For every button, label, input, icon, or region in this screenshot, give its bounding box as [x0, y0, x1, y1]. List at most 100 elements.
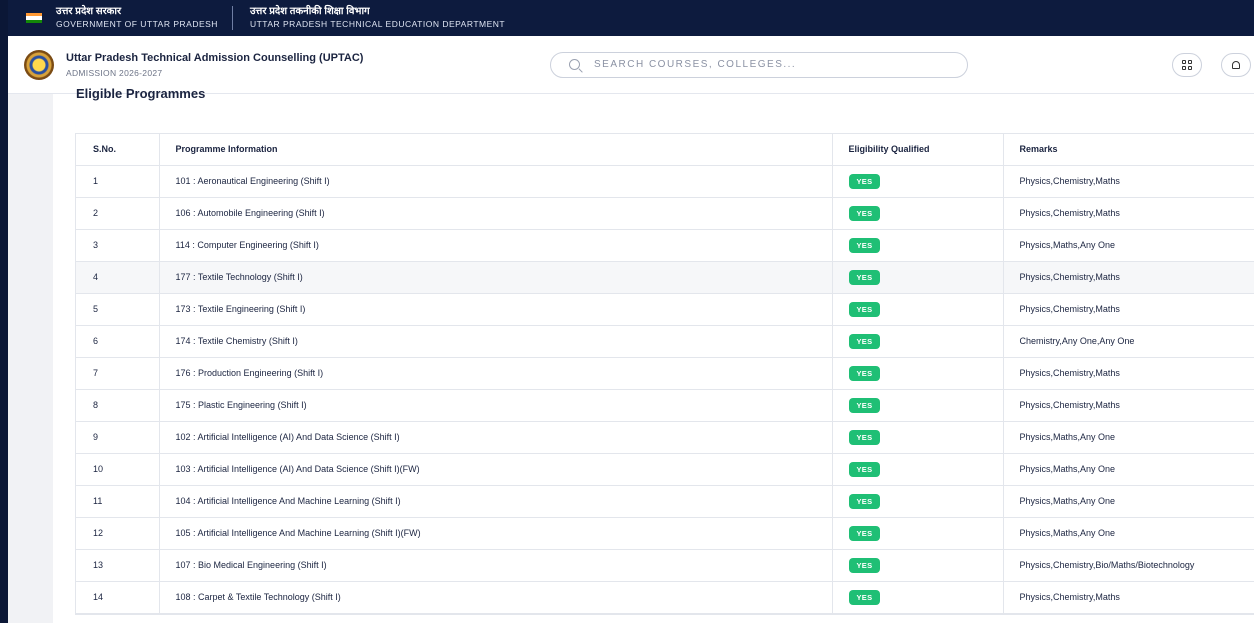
cell-programme: 106 : Automobile Engineering (Shift I) — [158, 197, 832, 230]
cell-programme: 103 : Artificial Intelligence (AI) And D… — [158, 453, 832, 486]
cell-programme: 174 : Textile Chemistry (Shift I) — [158, 325, 832, 358]
cell-sno: 5 — [76, 293, 159, 326]
table-row: 14 108 : Carpet & Textile Technology (Shi… — [76, 581, 1254, 614]
cell-eligibility: YES — [831, 485, 1003, 518]
cell-programme: 173 : Textile Engineering (Shift I) — [158, 293, 832, 326]
notifications-button[interactable] — [1221, 53, 1251, 77]
department-hindi: उत्तर प्रदेश तकनीकी शिक्षा विभाग — [249, 6, 370, 18]
cell-eligibility: YES — [831, 421, 1003, 454]
cell-sno: 10 — [76, 453, 159, 486]
cell-remarks: Physics,Maths,Any One — [1002, 229, 1254, 262]
cell-programme: 101 : Aeronautical Engineering (Shift I) — [158, 165, 832, 198]
cell-remarks: Physics,Maths,Any One — [1002, 421, 1254, 454]
cell-eligibility: YES — [831, 357, 1003, 390]
government-english: GOVERNMENT OF UTTAR PRADESH — [56, 18, 218, 29]
page: उत्तर प्रदेश सरकार GOVERNMENT OF UTTAR P… — [0, 0, 1254, 623]
cell-sno: 7 — [76, 357, 159, 390]
uptac-logo[interactable] — [24, 49, 54, 80]
programmes-table-container: S.No. Programme Information Eligibility … — [75, 133, 1254, 615]
cell-programme: 108 : Carpet & Textile Technology (Shift… — [158, 581, 832, 614]
cell-sno: 14 — [76, 581, 159, 614]
table-row: 1 101 : Aeronautical Engineering (Shift I… — [76, 165, 1254, 198]
department-label: उत्तर प्रदेश तकनीकी शिक्षा विभाग UTTAR P… — [250, 6, 505, 29]
cell-programme: 105 : Artificial Intelligence And Machin… — [158, 517, 832, 550]
cell-remarks: Physics,Maths,Any One — [1002, 517, 1254, 550]
side-gutter — [8, 94, 53, 623]
table-row: 11 104 : Artificial Intelligence And Mach… — [76, 485, 1254, 518]
eligibility-badge: YES — [848, 333, 881, 349]
column-header-remarks: Remarks — [1002, 134, 1254, 166]
cell-programme: 177 : Textile Technology (Shift I) — [158, 261, 832, 294]
eligibility-badge: YES — [848, 173, 881, 189]
government-bar: उत्तर प्रदेश सरकार GOVERNMENT OF UTTAR P… — [8, 0, 1254, 36]
table-row: 8 175 : Plastic Engineering (Shift I) YES P… — [76, 389, 1254, 422]
cell-eligibility: YES — [831, 453, 1003, 486]
section-title: Eligible Programmes — [76, 86, 206, 101]
eligibility-badge: YES — [848, 397, 881, 413]
table-row: 5 173 : Textile Engineering (Shift I) YES P… — [76, 293, 1254, 326]
cell-remarks: Physics,Chemistry,Maths — [1002, 165, 1254, 198]
india-flag-icon — [26, 13, 42, 23]
app-title: Uttar Pradesh Technical Admission Counse… — [66, 51, 364, 64]
cell-eligibility: YES — [831, 325, 1003, 358]
cell-eligibility: YES — [831, 581, 1003, 614]
cell-remarks: Physics,Chemistry,Maths — [1002, 293, 1254, 326]
cell-eligibility: YES — [831, 229, 1003, 262]
apps-button[interactable] — [1172, 53, 1202, 77]
eligibility-badge: YES — [848, 301, 881, 317]
cell-sno: 12 — [76, 517, 159, 550]
cell-eligibility: YES — [831, 549, 1003, 582]
search-icon — [569, 59, 580, 70]
cell-programme: 102 : Artificial Intelligence (AI) And D… — [158, 421, 832, 454]
table-row: 10 103 : Artificial Intelligence (AI) And… — [76, 453, 1254, 486]
cell-eligibility: YES — [831, 165, 1003, 198]
search-box[interactable] — [550, 51, 968, 78]
cell-sno: 9 — [76, 421, 159, 454]
table-row: 7 176 : Production Engineering (Shift I) Y… — [76, 357, 1254, 390]
department-english: UTTAR PRADESH TECHNICAL EDUCATION DEPART… — [249, 18, 506, 29]
eligibility-badge: YES — [848, 525, 881, 541]
cell-programme: 176 : Production Engineering (Shift I) — [158, 357, 832, 390]
cell-remarks: Physics,Chemistry,Maths — [1002, 357, 1254, 390]
cell-programme: 114 : Computer Engineering (Shift I) — [158, 229, 832, 262]
eligibility-badge: YES — [848, 429, 881, 445]
cell-programme: 104 : Artificial Intelligence And Machin… — [158, 485, 832, 518]
eligibility-badge: YES — [848, 589, 881, 605]
cell-remarks: Physics,Chemistry,Maths — [1002, 581, 1254, 614]
eligibility-badge: YES — [848, 461, 881, 477]
table-row: 4 177 : Textile Technology (Shift I) YES Ph… — [76, 261, 1254, 294]
cell-eligibility: YES — [831, 389, 1003, 422]
cell-remarks: Physics,Chemistry,Maths — [1002, 197, 1254, 230]
column-header-sno: S.No. — [76, 134, 159, 166]
table-row: 9 102 : Artificial Intelligence (AI) And … — [76, 421, 1254, 454]
cell-remarks: Physics,Maths,Any One — [1002, 485, 1254, 518]
eligibility-badge: YES — [848, 493, 881, 509]
cell-eligibility: YES — [831, 517, 1003, 550]
divider — [231, 6, 233, 30]
cell-programme: 107 : Bio Medical Engineering (Shift I) — [158, 549, 832, 582]
eligibility-badge: YES — [848, 237, 881, 253]
grid-icon — [1182, 60, 1192, 70]
programmes-table: S.No. Programme Information Eligibility … — [76, 134, 1254, 614]
cell-sno: 4 — [76, 261, 159, 294]
column-header-programme: Programme Information — [158, 134, 832, 166]
column-header-eligibility: Eligibility Qualified — [831, 134, 1003, 166]
cell-remarks: Physics,Chemistry,Bio/Maths/Biotechnolog… — [1002, 549, 1254, 582]
table-row: 12 105 : Artificial Intelligence And Mach… — [76, 517, 1254, 550]
cell-remarks: Physics,Maths,Any One — [1002, 453, 1254, 486]
table-row: 2 106 : Automobile Engineering (Shift I) Y… — [76, 197, 1254, 230]
eligibility-badge: YES — [848, 365, 881, 381]
cell-remarks: Physics,Chemistry,Maths — [1002, 261, 1254, 294]
window-edge — [0, 0, 8, 623]
cell-sno: 3 — [76, 229, 159, 262]
search-input[interactable] — [594, 59, 954, 70]
cell-eligibility: YES — [831, 261, 1003, 294]
cell-sno: 13 — [76, 549, 159, 582]
brand: Uttar Pradesh Technical Admission Counse… — [66, 52, 550, 78]
table-header-row: S.No. Programme Information Eligibility … — [76, 134, 1254, 166]
eligibility-badge: YES — [848, 557, 881, 573]
cell-eligibility: YES — [831, 197, 1003, 230]
eligibility-badge: YES — [848, 269, 881, 285]
table-row: 13 107 : Bio Medical Engineering (Shift I… — [76, 549, 1254, 582]
table-row: 3 114 : Computer Engineering (Shift I) YES… — [76, 229, 1254, 262]
